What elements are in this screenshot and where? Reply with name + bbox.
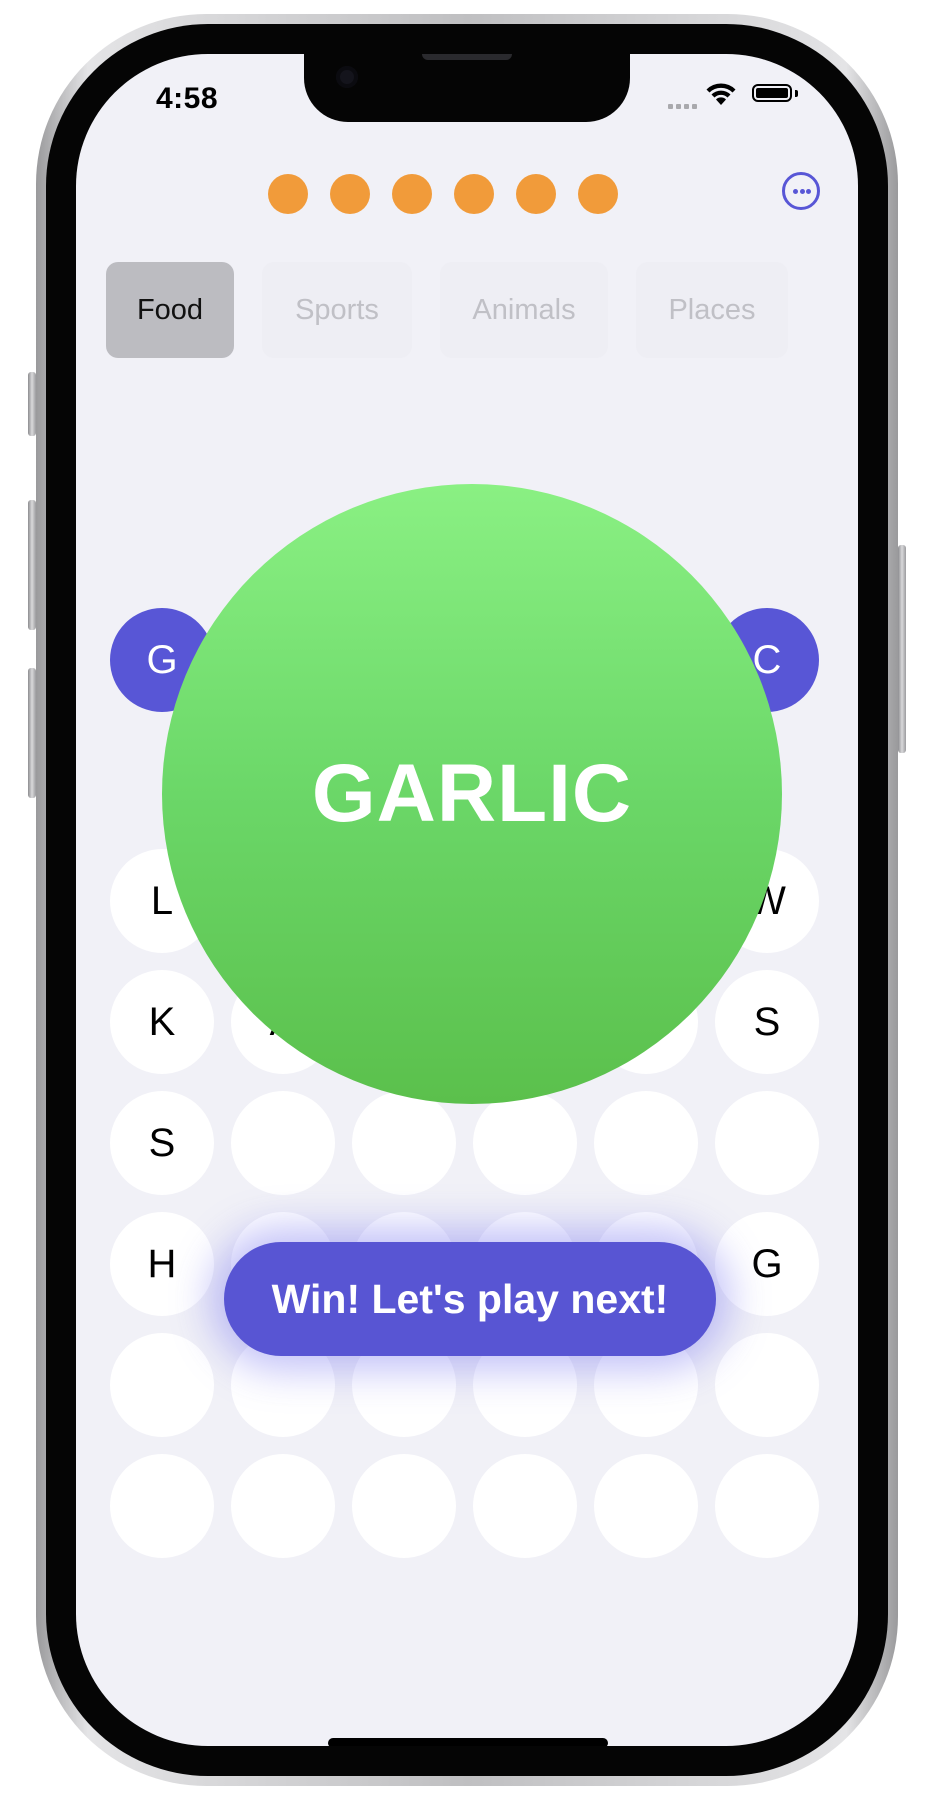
letter-tile[interactable] <box>594 1454 698 1558</box>
result-word: GARLIC <box>311 748 633 839</box>
letter-tile[interactable]: G <box>715 1212 819 1316</box>
letter-tile[interactable] <box>473 1454 577 1558</box>
life-dot <box>392 174 432 214</box>
life-dot <box>268 174 308 214</box>
notch <box>304 54 630 122</box>
more-icon <box>793 189 798 194</box>
tab-sports[interactable]: Sports <box>262 262 412 358</box>
letter-tile[interactable] <box>352 1454 456 1558</box>
letter-tile[interactable]: S <box>715 970 819 1074</box>
result-circle: GARLIC <box>162 484 782 1104</box>
letter-tile[interactable] <box>231 1454 335 1558</box>
letter-tile[interactable] <box>352 1091 456 1195</box>
letter-tile[interactable] <box>473 1091 577 1195</box>
letter-tile[interactable] <box>110 1454 214 1558</box>
letter-tile[interactable]: K <box>110 970 214 1074</box>
camera-icon <box>336 66 358 88</box>
letter-tile[interactable] <box>715 1091 819 1195</box>
more-options-button[interactable] <box>782 172 820 210</box>
win-toast[interactable]: Win! Let's play next! <box>224 1242 716 1356</box>
screen: 4:58 Food Sports Animals Places GCLWKAMX… <box>76 54 858 1746</box>
life-dot <box>578 174 618 214</box>
tab-places[interactable]: Places <box>636 262 788 358</box>
life-dot <box>454 174 494 214</box>
speaker-grille <box>422 54 512 60</box>
letter-tile[interactable]: S <box>110 1091 214 1195</box>
side-button-mute <box>28 372 36 436</box>
life-dot <box>330 174 370 214</box>
letter-tile[interactable] <box>715 1333 819 1437</box>
life-dot <box>516 174 556 214</box>
cellular-signal-icon <box>668 54 700 114</box>
letter-tile[interactable] <box>110 1333 214 1437</box>
letter-tile[interactable] <box>715 1454 819 1558</box>
letter-tile[interactable] <box>594 1091 698 1195</box>
home-indicator <box>328 1738 608 1746</box>
wifi-icon <box>706 83 736 105</box>
letter-tile[interactable] <box>231 1091 335 1195</box>
side-button-power <box>898 545 906 753</box>
letter-tile[interactable]: H <box>110 1212 214 1316</box>
side-button-volume-down <box>28 668 36 798</box>
battery-icon <box>752 84 792 102</box>
tab-animals[interactable]: Animals <box>440 262 608 358</box>
status-time: 4:58 <box>156 82 219 115</box>
battery-cap <box>795 90 798 97</box>
tab-food[interactable]: Food <box>106 262 234 358</box>
side-button-volume-up <box>28 500 36 630</box>
